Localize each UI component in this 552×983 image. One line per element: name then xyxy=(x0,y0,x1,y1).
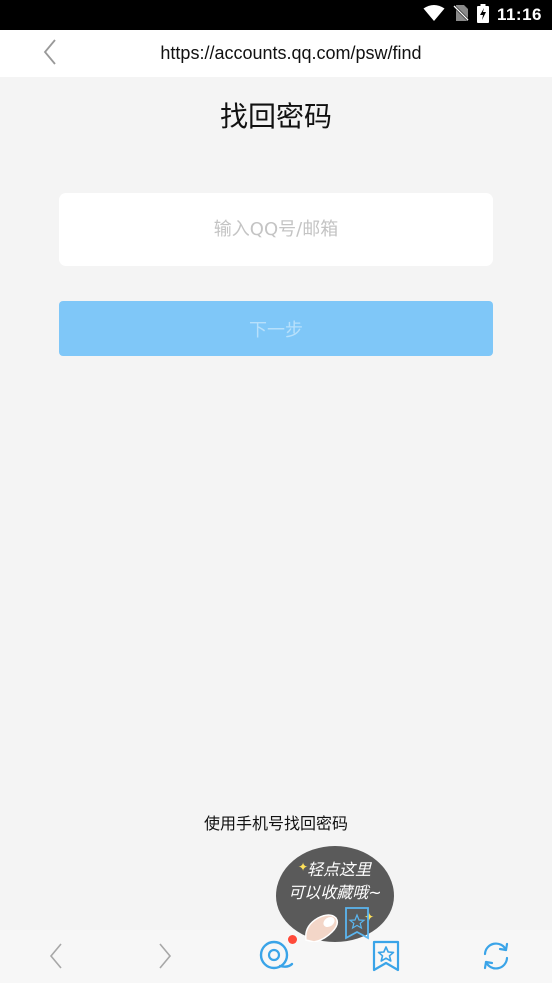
chevron-left-icon xyxy=(49,943,63,973)
notification-dot xyxy=(288,935,297,944)
phone-recovery-link[interactable]: 使用手机号找回密码 xyxy=(0,811,552,837)
chevron-right-icon xyxy=(158,943,172,973)
toolbar-refresh-button[interactable] xyxy=(476,938,516,978)
bookmark-tooltip[interactable]: ✦ ✦ 轻点这里 可以收藏哦~ xyxy=(276,846,394,943)
tooltip-line-1: 轻点这里 xyxy=(306,860,371,879)
bottom-toolbar xyxy=(0,930,552,983)
refresh-icon xyxy=(480,940,512,976)
address-bar: https://accounts.qq.com/psw/find xyxy=(0,30,552,77)
account-input[interactable] xyxy=(59,193,493,266)
status-icons: 11:16 xyxy=(423,0,542,30)
address-url[interactable]: https://accounts.qq.com/psw/find xyxy=(90,30,492,77)
battery-charging-icon xyxy=(476,3,489,27)
wifi-icon xyxy=(423,4,445,26)
toolbar-home-button[interactable] xyxy=(256,938,296,978)
status-time: 11:16 xyxy=(496,5,542,24)
page-title: 找回密码 xyxy=(219,100,332,133)
qq-browser-icon xyxy=(258,939,294,977)
toolbar-back-button[interactable] xyxy=(36,938,76,978)
status-bar: 11:16 xyxy=(0,0,552,30)
toolbar-forward-button[interactable] xyxy=(145,938,185,978)
tooltip-line-2: 可以收藏哦~ xyxy=(288,883,382,902)
bookmark-star-icon xyxy=(372,940,400,976)
no-sim-icon xyxy=(453,4,469,26)
next-button[interactable]: 下一步 xyxy=(59,301,493,356)
toolbar-bookmark-button[interactable] xyxy=(366,938,406,978)
tap-finger-icon xyxy=(296,904,376,943)
chevron-left-icon xyxy=(43,39,57,69)
address-back-button[interactable] xyxy=(36,39,64,69)
